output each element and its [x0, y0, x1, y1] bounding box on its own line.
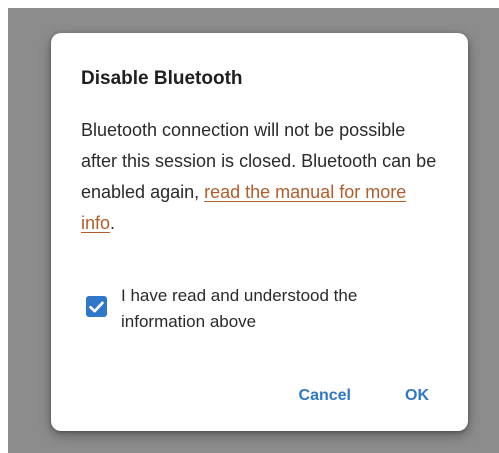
- ok-button[interactable]: OK: [399, 383, 435, 409]
- acknowledge-checkbox-row[interactable]: I have read and understood the informati…: [86, 283, 426, 335]
- dialog-actions: Cancel OK: [293, 383, 435, 409]
- disable-bluetooth-dialog: Disable Bluetooth Bluetooth connection w…: [51, 33, 468, 431]
- dialog-title: Disable Bluetooth: [81, 68, 243, 89]
- checkmark-icon: [89, 301, 104, 312]
- dialog-body-suffix: .: [110, 213, 116, 233]
- cancel-button[interactable]: Cancel: [293, 383, 357, 409]
- acknowledge-checkbox-label: I have read and understood the informati…: [121, 286, 358, 331]
- dialog-body: Bluetooth connection will not be possibl…: [81, 115, 441, 239]
- acknowledge-checkbox[interactable]: [86, 296, 107, 317]
